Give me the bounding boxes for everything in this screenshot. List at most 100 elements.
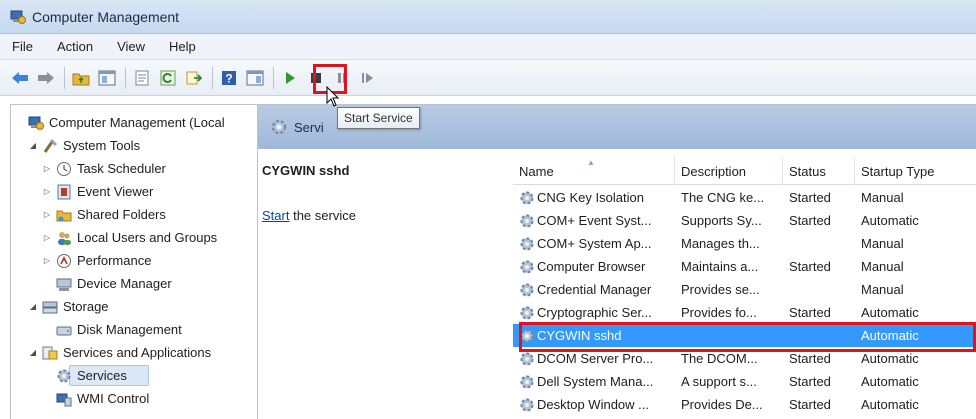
toolbar-separator — [212, 66, 213, 89]
tree-item-task-scheduler[interactable]: ▷ Task Scheduler — [11, 157, 257, 180]
service-gear-icon — [519, 397, 537, 413]
service-gear-icon — [519, 259, 537, 275]
collapsed-arrow-icon[interactable]: ▷ — [41, 256, 53, 265]
sort-ascending-icon: ▲ — [587, 158, 595, 167]
service-description: Provides se... — [681, 282, 760, 297]
tree-item-disk-management[interactable]: Disk Management — [11, 318, 257, 341]
service-name: CNG Key Isolation — [537, 190, 644, 205]
menu-bar: File Action View Help — [0, 34, 976, 60]
service-row[interactable]: COM+ System Ap... Manages th... Manual — [513, 232, 976, 255]
service-description: The DCOM... — [681, 351, 758, 366]
service-row[interactable]: Cryptographic Ser... Provides fo... Starte… — [513, 301, 976, 324]
tree-item-label: Services and Applications — [63, 345, 212, 360]
start-service-link[interactable]: Start — [262, 208, 289, 223]
tree-item-storage[interactable]: ◢ Storage — [11, 295, 257, 318]
show-hide-tree-icon[interactable] — [97, 68, 117, 88]
service-startup-type: Manual — [861, 190, 904, 205]
tree-item-event-viewer[interactable]: ▷ Event Viewer — [11, 180, 257, 203]
service-name: COM+ Event Syst... — [537, 213, 652, 228]
tree-item-label: Performance — [77, 253, 152, 268]
service-gear-icon — [519, 374, 537, 390]
service-row[interactable]: COM+ Event Syst... Supports Sy... Started A… — [513, 209, 976, 232]
start-service-tooltip: Start Service — [337, 107, 420, 129]
disk-icon — [55, 322, 73, 338]
service-startup-type: Automatic — [861, 397, 919, 412]
menu-help[interactable]: Help — [165, 37, 200, 56]
menu-view[interactable]: View — [113, 37, 149, 56]
service-name-cell: Dell System Mana... — [513, 374, 675, 390]
services-list: ▲ Name Description Status Startup Type C… — [513, 149, 976, 419]
column-name[interactable]: ▲ Name — [513, 157, 675, 185]
service-row[interactable]: Credential Manager Provides se... Manual — [513, 278, 976, 301]
collapsed-arrow-icon[interactable]: ▷ — [41, 210, 53, 219]
properties-icon[interactable] — [132, 68, 152, 88]
performance-icon — [55, 253, 73, 269]
column-startup-type[interactable]: Startup Type — [855, 157, 976, 185]
refresh-icon[interactable] — [158, 68, 178, 88]
collapsed-arrow-icon[interactable]: ▷ — [41, 233, 53, 242]
column-description-label: Description — [681, 163, 747, 179]
column-description[interactable]: Description — [675, 157, 783, 185]
service-row[interactable]: Desktop Window ... Provides De... Started A… — [513, 393, 976, 416]
restart-service-icon[interactable] — [358, 68, 378, 88]
tree-item-computer-management-local[interactable]: Computer Management (Local — [11, 111, 257, 134]
panel-title: Servi — [294, 119, 324, 135]
service-name: Computer Browser — [537, 259, 646, 274]
service-status: Started — [789, 397, 831, 412]
toolbar-separator — [273, 66, 274, 89]
service-gear-icon — [519, 305, 537, 321]
back-icon[interactable] — [10, 68, 30, 88]
service-gear-icon — [519, 190, 537, 206]
tree-item-performance[interactable]: ▷ Performance — [11, 249, 257, 272]
list-header: ▲ Name Description Status Startup Type — [513, 157, 976, 185]
service-name: Dell System Mana... — [537, 374, 654, 389]
toolbar: ? — [0, 60, 976, 96]
tree-item-services-and-applications[interactable]: ◢ Services and Applications — [11, 341, 257, 364]
service-row[interactable]: Dell System Mana... A support s... Started… — [513, 370, 976, 393]
service-name-cell: COM+ Event Syst... — [513, 213, 675, 229]
forward-icon[interactable] — [36, 68, 56, 88]
console-tree: Computer Management (Local ◢ System Tools ▷… — [10, 104, 258, 419]
service-startup-type: Automatic — [861, 351, 919, 366]
service-name: Desktop Window ... — [537, 397, 649, 412]
service-startup-type: Automatic — [861, 374, 919, 389]
tree-item-shared-folders[interactable]: ▷ Shared Folders — [11, 203, 257, 226]
clock-icon — [55, 161, 73, 177]
service-startup-type: Manual — [861, 236, 904, 251]
expanded-arrow-icon[interactable]: ◢ — [27, 302, 39, 311]
service-status: Started — [789, 190, 831, 205]
show-hide-action-pane-icon[interactable] — [245, 68, 265, 88]
tree-item-device-manager[interactable]: Device Manager — [11, 272, 257, 295]
service-description: Provides De... — [681, 397, 763, 412]
column-status[interactable]: Status — [783, 157, 855, 185]
computer-management-icon — [27, 115, 45, 131]
service-status: Started — [789, 259, 831, 274]
menu-action[interactable]: Action — [53, 37, 97, 56]
collapsed-arrow-icon[interactable]: ▷ — [41, 164, 53, 173]
tree-item-label: Storage — [63, 299, 109, 314]
service-status: Started — [789, 374, 831, 389]
service-name-cell: Computer Browser — [513, 259, 675, 275]
service-name-cell: DCOM Server Pro... — [513, 351, 675, 367]
start-service-icon[interactable] — [280, 68, 300, 88]
svg-text:?: ? — [225, 71, 232, 85]
service-row[interactable]: CNG Key Isolation The CNG ke... Started Man… — [513, 186, 976, 209]
tree-item-system-tools[interactable]: ◢ System Tools — [11, 134, 257, 157]
export-list-icon[interactable] — [184, 68, 204, 88]
column-name-label: Name — [519, 163, 554, 179]
expanded-arrow-icon[interactable]: ◢ — [27, 141, 39, 150]
up-folder-icon[interactable] — [71, 68, 91, 88]
tree-item-local-users-and-groups[interactable]: ▷ Local Users and Groups — [11, 226, 257, 249]
expanded-arrow-icon[interactable]: ◢ — [27, 348, 39, 357]
menu-file[interactable]: File — [8, 37, 37, 56]
service-gear-icon — [519, 213, 537, 229]
service-row[interactable]: Computer Browser Maintains a... Started Man… — [513, 255, 976, 278]
tree-item-wmi-control[interactable]: WMI Control — [11, 387, 257, 410]
collapsed-arrow-icon[interactable]: ▷ — [41, 187, 53, 196]
tree-item-services[interactable]: Services — [11, 364, 257, 387]
window-title: Computer Management — [32, 8, 180, 25]
help-icon[interactable]: ? — [219, 68, 239, 88]
service-name-cell: COM+ System Ap... — [513, 236, 675, 252]
service-description: A support s... — [681, 374, 757, 389]
service-status: Started — [789, 213, 831, 228]
